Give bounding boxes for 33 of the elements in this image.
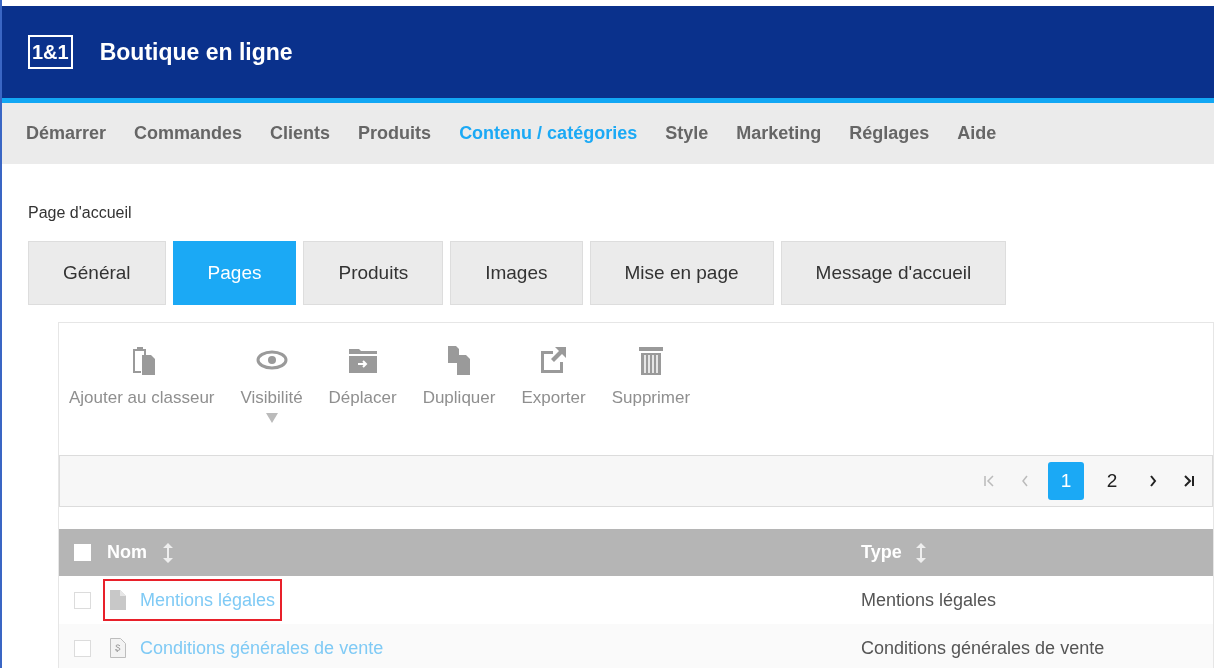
sort-icon [163,542,173,563]
nav-item[interactable]: Produits [358,120,432,147]
sort-icon [915,542,926,563]
tab[interactable]: Général [28,241,166,305]
nav-item[interactable]: Aide [957,120,997,147]
app-title: Boutique en ligne [99,37,293,67]
page-button[interactable]: 2 [1094,462,1130,500]
nav-item[interactable]: Style [665,120,709,147]
row-checkbox[interactable] [74,639,91,657]
paragraph-document-icon [110,638,126,658]
select-all-checkbox[interactable] [74,544,91,561]
last-page-icon [1183,475,1195,487]
tab[interactable]: Message d'accueil [780,241,1007,305]
table-cell-text: Conditions générales de vente [861,636,1105,660]
table-cell-text: Mentions légales [861,588,997,612]
document-icon [110,590,126,610]
tab[interactable]: Images [450,241,583,305]
logo: 1&1 [28,35,73,69]
nav-item[interactable]: Marketing [736,120,822,147]
tab[interactable]: Pages [172,241,297,305]
nav-item[interactable]: Commandes [134,120,243,147]
chevron-left-icon [1020,475,1030,487]
nav-item[interactable]: Clients [270,120,331,147]
first-page-icon [983,475,995,487]
nav-item[interactable]: Démarrer [26,120,107,147]
page-button[interactable]: 1 [1048,462,1084,500]
tab[interactable]: Mise en page [589,241,774,305]
breadcrumb: Page d'accueil [28,203,133,223]
chevron-right-icon [1148,475,1158,487]
tab[interactable]: Produits [303,241,444,305]
nav-item[interactable]: Réglages [849,120,930,147]
caret-icon [265,412,278,423]
row-checkbox[interactable] [74,591,91,609]
